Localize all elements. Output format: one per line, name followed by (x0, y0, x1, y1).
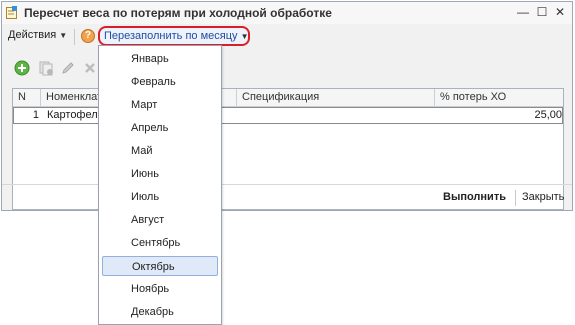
form-edit-icon (6, 6, 17, 19)
table-row[interactable]: 1 Картофель 25,00 (13, 107, 563, 124)
bottom-bar: Выполнить Закрыть (2, 184, 572, 211)
month-item-december[interactable]: Декабрь (102, 302, 218, 322)
month-item-july[interactable]: Июль (102, 187, 218, 207)
actions-label: Действия (8, 29, 57, 41)
close-button[interactable]: Закрыть (522, 191, 564, 203)
month-item-june[interactable]: Июнь (102, 164, 218, 184)
month-item-september[interactable]: Сентябрь (102, 233, 218, 253)
refill-by-month-button[interactable]: Перезаполнить по месяцу ▼ (98, 26, 250, 46)
month-dropdown: Январь Февраль Март Апрель Май Июнь Июль… (98, 45, 222, 325)
run-button[interactable]: Выполнить (443, 191, 506, 203)
month-item-april[interactable]: Апрель (102, 118, 218, 138)
month-item-february[interactable]: Февраль (102, 72, 218, 92)
refill-label: Перезаполнить по месяцу (104, 30, 238, 42)
month-item-august[interactable]: Август (102, 210, 218, 230)
window-title: Пересчет веса по потерям при холодной об… (24, 6, 332, 20)
month-item-may[interactable]: Май (102, 141, 218, 161)
copy-row-icon[interactable] (38, 60, 54, 76)
maximize-icon[interactable]: ☐ (535, 5, 549, 19)
month-item-october[interactable]: Октябрь (102, 256, 218, 276)
actions-menu-button[interactable]: Действия ▼ (8, 29, 67, 41)
edit-row-icon[interactable] (60, 60, 76, 76)
minimize-icon[interactable]: — (516, 5, 530, 19)
month-item-november[interactable]: Ноябрь (102, 279, 218, 299)
month-item-march[interactable]: Март (102, 95, 218, 115)
add-row-icon[interactable] (14, 60, 30, 76)
table-header: N Номенклатура Спецификация % потерь ХО (13, 89, 563, 107)
cell-loss-percent[interactable]: 25,00 (436, 108, 562, 123)
cell-n: 1 (32, 109, 39, 121)
close-icon[interactable]: ✕ (553, 5, 567, 19)
bottom-separator (515, 190, 516, 206)
dialog-window: Пересчет веса по потерям при холодной об… (1, 1, 573, 211)
toolbar: Действия ▼ ? Перезаполнить по месяцу ▼ (2, 24, 572, 49)
toolbar-separator (74, 29, 75, 45)
title-bar: Пересчет веса по потерям при холодной об… (2, 2, 572, 25)
chevron-down-icon: ▼ (59, 31, 68, 40)
column-header-loss-percent[interactable]: % потерь ХО (435, 89, 563, 106)
help-icon[interactable]: ? (81, 29, 95, 43)
column-header-specification[interactable]: Спецификация (237, 89, 435, 106)
chevron-down-icon: ▼ (240, 32, 249, 41)
month-item-january[interactable]: Январь (102, 49, 218, 69)
delete-row-icon[interactable] (82, 60, 98, 76)
column-header-n[interactable]: N (13, 89, 41, 106)
table-panel: N Номенклатура Спецификация % потерь ХО … (10, 54, 566, 210)
